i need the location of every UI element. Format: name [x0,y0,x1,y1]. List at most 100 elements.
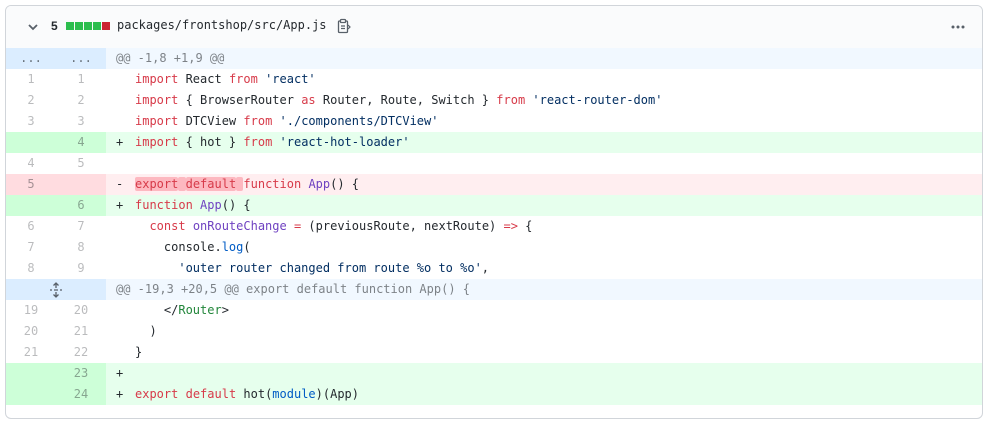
diff-marker [116,111,135,132]
code-token: 'react-router-dom' [532,93,663,107]
context-line: 22 import { BrowserRouter as Router, Rou… [6,90,982,111]
clipboard-icon[interactable] [337,18,351,34]
unfold-icon[interactable] [49,282,63,298]
code-token: from [496,93,526,107]
new-line-number[interactable]: 7 [56,216,106,237]
old-line-number[interactable]: 20 [6,321,56,342]
code-token: { hot } [178,135,244,149]
code-token: () { [330,177,360,191]
old-line-number[interactable] [6,363,56,384]
code-line: + export default hot(module)(App) [106,384,982,405]
code-token: Router [178,303,222,317]
old-line-number[interactable]: 8 [6,258,56,279]
old-line-number[interactable] [6,384,56,405]
code-line: - export default function App() { [106,174,982,195]
old-line-number[interactable]: 19 [6,300,56,321]
kebab-horizontal-icon[interactable] [950,19,966,35]
code-token: React [178,72,229,86]
chevron-down-icon[interactable] [26,20,40,34]
code-token: const [149,219,186,233]
old-line-number[interactable]: 7 [6,237,56,258]
new-line-number[interactable]: 9 [56,258,106,279]
code-token: module [272,387,316,401]
context-line: 78 console.log( [6,237,982,258]
diff-marker [116,300,135,321]
code-token [178,177,186,191]
context-line: 20 21 ) [6,321,982,342]
diff-marker [116,342,135,363]
code-line: 'outer router changed from route %o to %… [106,258,982,279]
added-line: 23 + [6,363,982,384]
code-token: default [185,177,237,191]
diffstat-block [84,22,92,30]
code-token: import [135,93,179,107]
old-line-number[interactable]: 3 [6,111,56,132]
code-token: hot( [236,387,273,401]
code-token: from [243,135,273,149]
hunk-expand-left[interactable]: ... [6,48,56,69]
new-line-number[interactable]: 23 [56,363,106,384]
code-line: </Router> [106,300,982,321]
new-line-number[interactable] [56,174,106,195]
diff-marker [116,216,135,237]
old-line-number[interactable]: 5 [6,174,56,195]
new-line-number[interactable]: 1 [56,69,106,90]
code-token: as [301,93,316,107]
diffstat-block [75,22,83,30]
new-line-number[interactable]: 20 [56,300,106,321]
old-line-number[interactable]: 2 [6,90,56,111]
new-line-number[interactable]: 21 [56,321,106,342]
file-path-link[interactable]: packages/frontshop/src/App.js [117,18,327,32]
new-line-number[interactable]: 22 [56,342,106,363]
code-line: const onRouteChange = (previousRoute, ne… [106,216,982,237]
old-line-number[interactable]: 21 [6,342,56,363]
hunk-expand-right[interactable]: ... [56,48,106,69]
code-line: import { BrowserRouter as Router, Route,… [106,90,982,111]
context-line: 19 20 </Router> [6,300,982,321]
code-token: { [517,219,533,233]
context-line: 45 [6,153,982,174]
code-token: DTCView [178,114,244,128]
code-token: </ [135,303,179,317]
new-line-number[interactable]: 24 [56,384,106,405]
diff-marker [116,237,135,258]
old-line-number[interactable]: 4 [6,153,56,174]
old-line-number[interactable] [6,195,56,216]
added-line: 4 + import { hot } from 'react-hot-loader' [6,132,982,153]
old-line-number[interactable]: 6 [6,216,56,237]
diffstat-block [66,22,74,30]
file-header: 5 packages/frontshop/src/App.js [6,6,982,49]
code-token: from [243,114,273,128]
new-line-number[interactable]: 4 [56,132,106,153]
code-line: import DTCView from './components/DTCVie… [106,111,982,132]
added-line: 24 + export default hot(module)(App) [6,384,982,405]
code-token: import [135,72,179,86]
code-line [106,153,982,174]
new-line-number[interactable]: 8 [56,237,106,258]
new-line-number[interactable]: 3 [56,111,106,132]
code-token: { BrowserRouter [178,93,302,107]
code-token: from [228,72,258,86]
code-token: onRouteChange [192,219,287,233]
diff-marker [116,90,135,111]
code-token: './components/DTCView' [279,114,439,128]
code-token: , [481,261,490,275]
new-line-number[interactable]: 6 [56,195,106,216]
code-token: import [135,114,179,128]
code-line: + [106,363,982,384]
hunk-header-row: @@ -19,3 +20,5 @@ export default functio… [6,279,982,300]
expand-lines-button[interactable] [6,279,106,300]
new-line-number[interactable]: 5 [56,153,106,174]
code-token: ) [135,324,157,338]
new-line-number[interactable]: 2 [56,90,106,111]
hunk-header-text: @@ -19,3 +20,5 @@ export default functio… [116,282,471,296]
old-line-number[interactable] [6,132,56,153]
code-token: export [135,177,179,191]
context-line: 67 const onRouteChange = (previousRoute,… [6,216,982,237]
old-line-number[interactable]: 1 [6,69,56,90]
